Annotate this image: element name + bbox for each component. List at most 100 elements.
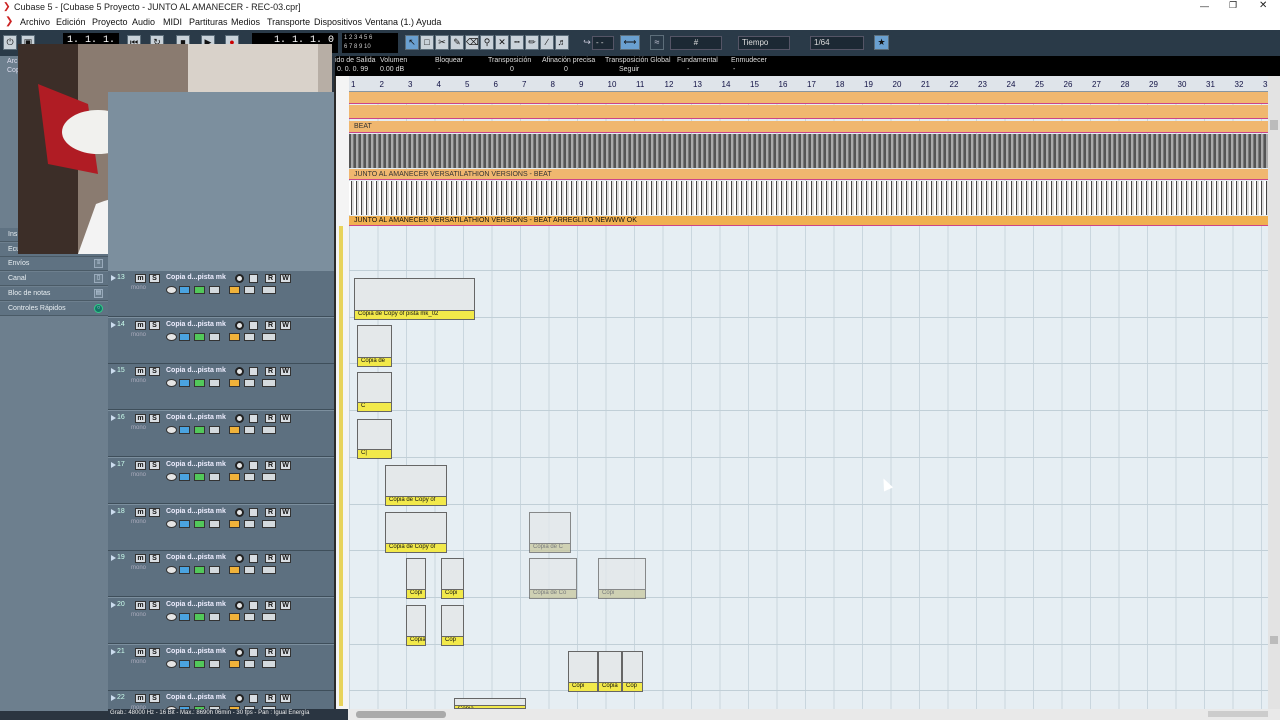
- lanes-icon[interactable]: [179, 472, 190, 481]
- mute-button[interactable]: m: [135, 414, 146, 424]
- track-name[interactable]: Copia d...pista mk: [166, 694, 226, 701]
- record-enable-button[interactable]: [235, 367, 244, 377]
- menu-edicion[interactable]: Edición: [56, 17, 86, 27]
- line-tool-icon[interactable]: ∕: [540, 35, 554, 50]
- read-automation-button[interactable]: R: [265, 600, 276, 610]
- monitor-icon[interactable]: [249, 554, 258, 564]
- freeze-icon[interactable]: [244, 612, 255, 621]
- zoom-slider[interactable]: [1208, 711, 1268, 717]
- audio-clip[interactable]: Copi: [406, 558, 426, 599]
- track-name[interactable]: Copia d...pista mk: [166, 601, 226, 608]
- write-automation-button[interactable]: W: [280, 507, 291, 517]
- info-value-afinacion[interactable]: 0: [564, 66, 568, 73]
- record-enable-button[interactable]: [235, 600, 244, 610]
- read-automation-button[interactable]: R: [265, 274, 276, 283]
- monitor-icon[interactable]: [249, 367, 258, 377]
- freeze-icon[interactable]: [244, 519, 255, 528]
- monitor-icon[interactable]: [249, 320, 258, 330]
- timebase-icon[interactable]: [194, 379, 205, 388]
- mute-button[interactable]: m: [135, 507, 146, 517]
- snap-type-dropdown[interactable]: - -: [592, 36, 614, 50]
- automation-icon[interactable]: [209, 332, 220, 341]
- lock-icon[interactable]: [229, 566, 240, 575]
- track-name[interactable]: Copia d...pista mk: [166, 321, 226, 328]
- write-automation-button[interactable]: W: [280, 460, 291, 470]
- lanes-icon[interactable]: [179, 426, 190, 435]
- marker-buttons[interactable]: 1 2 3 4 5 66 7 8 9 10: [342, 33, 398, 53]
- lock-icon[interactable]: [229, 379, 240, 388]
- edit-channel-icon[interactable]: [166, 379, 177, 388]
- folder-track-versions[interactable]: JUNTO AL AMANECER VERSATILATHION VERSION…: [349, 169, 1268, 180]
- inspector-item-controles[interactable]: Controles Rápidos ○: [0, 302, 108, 316]
- erase-tool-icon[interactable]: ⌫: [465, 35, 479, 50]
- inserts-icon[interactable]: [262, 286, 276, 294]
- menu-medios[interactable]: Medios: [231, 17, 260, 27]
- mute-button[interactable]: m: [135, 367, 146, 377]
- folder-track-top[interactable]: [349, 92, 1268, 104]
- track-row[interactable]: 14 m S Copia d...pista mk R Wmono: [108, 317, 334, 364]
- scroll-up-icon[interactable]: [1270, 120, 1278, 130]
- mute-button[interactable]: m: [135, 460, 146, 470]
- record-enable-button[interactable]: [235, 320, 244, 330]
- track-row[interactable]: 18 m S Copia d...pista mk R Wmono: [108, 504, 334, 551]
- menu-partituras[interactable]: Partituras: [189, 17, 228, 27]
- menu-ayuda[interactable]: Ayuda: [416, 17, 441, 27]
- scroll-down-icon[interactable]: [1270, 636, 1278, 644]
- menu-ventana[interactable]: Ventana (1.): [365, 17, 414, 27]
- solo-button[interactable]: S: [149, 694, 160, 704]
- timebase-icon[interactable]: [194, 566, 205, 575]
- audio-clip[interactable]: Cop: [441, 605, 464, 646]
- audio-clip[interactable]: Copia de: [357, 325, 392, 367]
- menu-dispositivos[interactable]: Dispositivos: [314, 17, 362, 27]
- track-name[interactable]: Copia d...pista mk: [166, 508, 226, 515]
- freeze-icon[interactable]: [244, 332, 255, 341]
- read-automation-button[interactable]: R: [265, 460, 276, 470]
- lock-icon[interactable]: [229, 519, 240, 528]
- lanes-icon[interactable]: [179, 519, 190, 528]
- edit-channel-icon[interactable]: [166, 519, 177, 528]
- audio-clip[interactable]: Copia: [598, 651, 622, 692]
- read-automation-button[interactable]: R: [265, 320, 276, 330]
- timebase-icon[interactable]: [194, 519, 205, 528]
- mute-button[interactable]: m: [135, 274, 146, 283]
- split-tool-icon[interactable]: ✂: [435, 35, 449, 50]
- timebase-icon[interactable]: [194, 472, 205, 481]
- lanes-icon[interactable]: [179, 612, 190, 621]
- track-name[interactable]: Copia d...pista mk: [166, 648, 226, 655]
- lock-icon[interactable]: [229, 472, 240, 481]
- glue-tool-icon[interactable]: ✎: [450, 35, 464, 50]
- info-value-fundamental[interactable]: -: [687, 66, 689, 73]
- info-value-enmudecer[interactable]: -: [733, 66, 735, 73]
- read-automation-button[interactable]: R: [265, 647, 276, 657]
- edit-channel-icon[interactable]: [166, 612, 177, 621]
- inspector-item-bloc[interactable]: Bloc de notas ▤: [0, 287, 108, 301]
- monitor-icon[interactable]: [249, 274, 258, 283]
- lanes-icon[interactable]: [179, 566, 190, 575]
- versions-waveform[interactable]: [349, 181, 1268, 215]
- audio-clip[interactable]: Copia de Copy of: [385, 465, 447, 506]
- info-value-transp-global[interactable]: Seguir: [619, 66, 639, 73]
- automation-icon[interactable]: [209, 612, 220, 621]
- track-name[interactable]: Copia d...pista mk: [166, 554, 226, 561]
- pointer-tool-icon[interactable]: ↖: [405, 35, 419, 50]
- inserts-icon[interactable]: [262, 519, 276, 528]
- track-name[interactable]: Copia d...pista mk: [166, 274, 226, 281]
- automation-icon[interactable]: [209, 519, 220, 528]
- audio-clip[interactable]: Copia: [454, 698, 526, 709]
- record-enable-button[interactable]: [235, 554, 244, 564]
- mute-tool-icon[interactable]: ✕: [495, 35, 509, 50]
- expand-arrow-icon[interactable]: [111, 461, 116, 468]
- record-enable-button[interactable]: [235, 414, 244, 424]
- mute-button[interactable]: m: [135, 320, 146, 330]
- arrange-window[interactable]: BEAT JUNTO AL AMANECER VERSATILATHION VE…: [349, 92, 1268, 709]
- audio-clip[interactable]: Copia de Copy of: [385, 512, 447, 553]
- edit-channel-icon[interactable]: [166, 332, 177, 341]
- inserts-icon[interactable]: [262, 659, 276, 668]
- edit-channel-icon[interactable]: [166, 659, 177, 668]
- freeze-icon[interactable]: [244, 566, 255, 575]
- edit-channel-icon[interactable]: [166, 472, 177, 481]
- info-value-transposicion[interactable]: 0: [510, 66, 514, 73]
- audio-clip[interactable]: C: [357, 372, 392, 412]
- timebase-icon[interactable]: [194, 426, 205, 435]
- expand-arrow-icon[interactable]: [111, 415, 116, 422]
